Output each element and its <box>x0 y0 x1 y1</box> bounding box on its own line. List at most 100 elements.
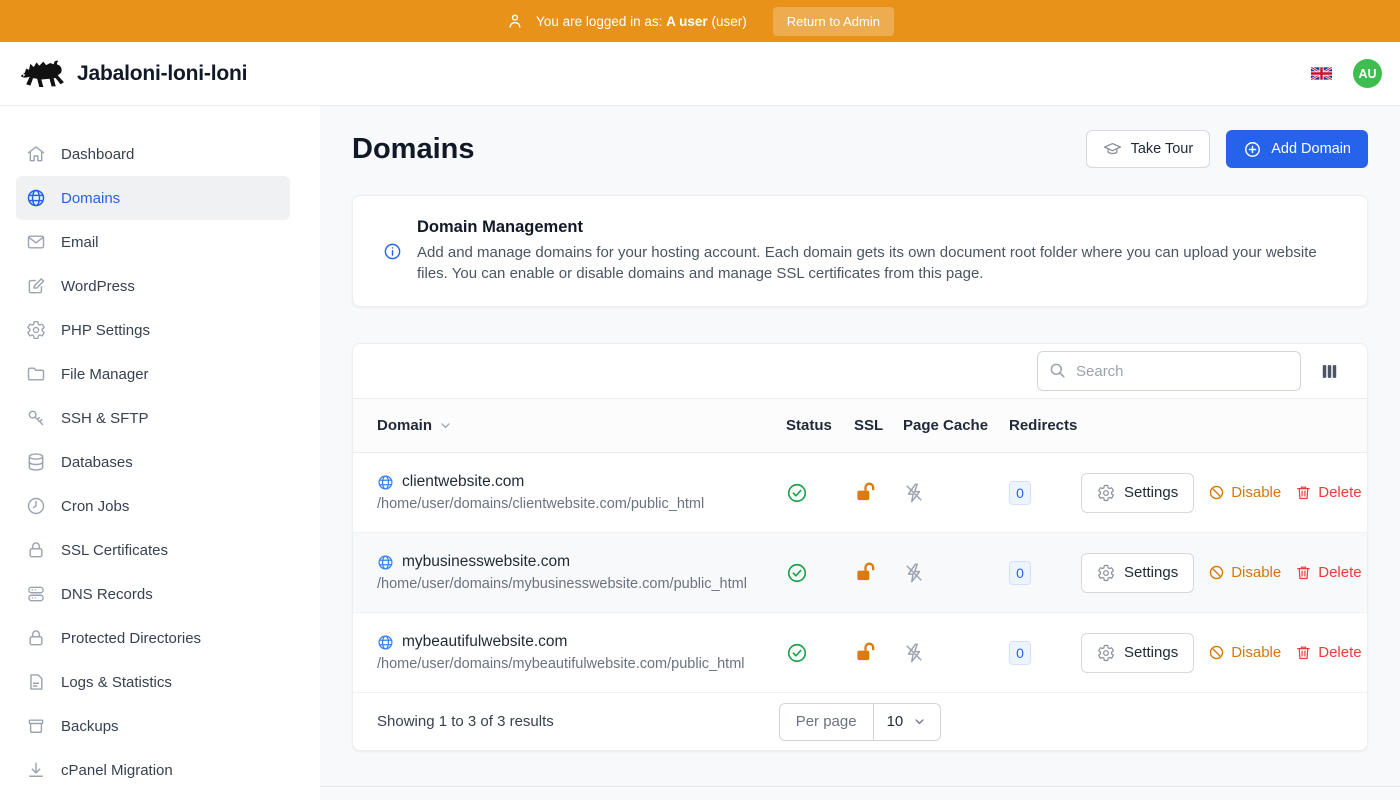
app-header: Jabaloni-loni-loni AU <box>0 42 1400 106</box>
add-domain-label: Add Domain <box>1271 141 1351 157</box>
sidebar-item-cpanel-migration[interactable]: cPanel Migration <box>16 748 290 792</box>
avatar[interactable]: AU <box>1353 59 1382 88</box>
graduation-cap-icon <box>1103 140 1122 159</box>
page-title: Domains <box>352 133 474 166</box>
column-toggle-button[interactable] <box>1318 360 1341 383</box>
domain-name: mybeautifulwebsite.com <box>402 633 567 651</box>
lightning-off-icon <box>903 642 925 664</box>
domain-management-info-card: Domain Management Add and manage domains… <box>352 195 1368 307</box>
check-circle-icon <box>786 482 808 504</box>
domain-name: mybusinesswebsite.com <box>402 553 570 571</box>
sidebar-item-label: Email <box>61 234 99 251</box>
sidebar-item-dashboard[interactable]: Dashboard <box>16 132 290 176</box>
archive-box-icon <box>26 716 46 736</box>
mail-icon <box>26 232 46 252</box>
gear-icon <box>1097 564 1115 582</box>
sidebar-item-cron-jobs[interactable]: Cron Jobs <box>16 484 290 528</box>
key-icon <box>26 408 46 428</box>
sidebar-item-label: Domains <box>61 190 120 207</box>
footer-divider <box>320 786 1400 787</box>
search-input[interactable] <box>1037 351 1301 391</box>
table-footer: Showing 1 to 3 of 3 results Per page 10 <box>353 693 1367 750</box>
sidebar-item-label: Protected Directories <box>61 630 201 647</box>
take-tour-label: Take Tour <box>1131 141 1194 157</box>
document-icon <box>26 672 46 692</box>
table-row: mybeautifulwebsite.com /home/user/domain… <box>353 613 1367 693</box>
sidebar-item-label: Backups <box>61 718 119 735</box>
trash-icon <box>1295 484 1312 501</box>
edit-pencil-icon <box>26 276 46 296</box>
download-icon <box>26 760 46 780</box>
globe-icon <box>377 554 394 571</box>
settings-button[interactable]: Settings <box>1081 633 1194 673</box>
column-header-domain[interactable]: Domain <box>377 417 786 434</box>
sidebar-item-backups[interactable]: Backups <box>16 704 290 748</box>
unlocked-padlock-icon[interactable] <box>854 481 877 504</box>
trash-icon <box>1295 564 1312 581</box>
sidebar-item-label: Dashboard <box>61 146 134 163</box>
redirects-count-badge[interactable]: 0 <box>1009 641 1031 665</box>
return-to-admin-button[interactable]: Return to Admin <box>773 7 894 36</box>
sidebar-item-label: SSL Certificates <box>61 542 168 559</box>
table-toolbar <box>353 344 1367 398</box>
settings-button[interactable]: Settings <box>1081 473 1194 513</box>
sidebar-item-ssl-certificates[interactable]: SSL Certificates <box>16 528 290 572</box>
impersonation-message: You are logged in as: A user (user) <box>536 14 747 29</box>
trash-icon <box>1295 644 1312 661</box>
sidebar-item-dns-records[interactable]: DNS Records <box>16 572 290 616</box>
sidebar-item-label: WordPress <box>61 278 135 295</box>
brand-name: Jabaloni-loni-loni <box>77 62 247 86</box>
sidebar-item-file-manager[interactable]: File Manager <box>16 352 290 396</box>
lightning-off-icon <box>903 562 925 584</box>
sidebar-item-protected-directories[interactable]: Protected Directories <box>16 616 290 660</box>
redirects-count-badge[interactable]: 0 <box>1009 561 1031 585</box>
sidebar-item-domains[interactable]: Domains <box>16 176 290 220</box>
per-page-select[interactable]: Per page 10 <box>779 703 942 741</box>
info-card-description: Add and manage domains for your hosting … <box>417 243 1337 284</box>
sidebar-item-label: Cron Jobs <box>61 498 129 515</box>
sidebar-item-wordpress[interactable]: WordPress <box>16 264 290 308</box>
sidebar-item-label: Databases <box>61 454 133 471</box>
redirects-count-badge[interactable]: 0 <box>1009 481 1031 505</box>
info-circle-icon <box>383 242 402 261</box>
delete-button[interactable]: Delete <box>1295 484 1361 501</box>
logged-in-user-role: (user) <box>711 14 746 29</box>
column-header-status: Status <box>786 417 854 434</box>
column-header-redirects: Redirects <box>1009 417 1081 434</box>
sidebar-item-php-settings[interactable]: PHP Settings <box>16 308 290 352</box>
delete-button[interactable]: Delete <box>1295 564 1361 581</box>
settings-button[interactable]: Settings <box>1081 553 1194 593</box>
table-row: mybusinesswebsite.com /home/user/domains… <box>353 533 1367 613</box>
sidebar-item-label: File Manager <box>61 366 149 383</box>
sidebar-item-logs-statistics[interactable]: Logs & Statistics <box>16 660 290 704</box>
sidebar-item-label: PHP Settings <box>61 322 150 339</box>
per-page-value: 10 <box>887 713 904 730</box>
globe-icon <box>26 188 46 208</box>
unlocked-padlock-icon[interactable] <box>854 641 877 664</box>
check-circle-icon <box>786 642 808 664</box>
sidebar-item-databases[interactable]: Databases <box>16 440 290 484</box>
boar-logo-icon <box>18 56 66 92</box>
clock-icon <box>26 496 46 516</box>
gear-icon <box>1097 644 1115 662</box>
lock-icon <box>26 628 46 648</box>
delete-button[interactable]: Delete <box>1295 644 1361 661</box>
search-icon <box>1048 361 1067 380</box>
slash-circle-icon <box>1208 644 1225 661</box>
column-header-page-cache: Page Cache <box>903 417 1009 434</box>
add-domain-button[interactable]: Add Domain <box>1226 130 1368 168</box>
unlocked-padlock-icon[interactable] <box>854 561 877 584</box>
sidebar-item-ssh-sftp[interactable]: SSH & SFTP <box>16 396 290 440</box>
sidebar-item-label: cPanel Migration <box>61 762 173 779</box>
main-content: Domains Take Tour Add Domain Domain Mana… <box>320 106 1400 800</box>
server-icon <box>26 584 46 604</box>
column-header-ssl: SSL <box>854 417 903 434</box>
take-tour-button[interactable]: Take Tour <box>1086 130 1211 168</box>
disable-button[interactable]: Disable <box>1208 564 1281 581</box>
uk-flag-icon[interactable] <box>1311 66 1332 81</box>
disable-button[interactable]: Disable <box>1208 484 1281 501</box>
disable-button[interactable]: Disable <box>1208 644 1281 661</box>
brand-home-link[interactable]: Jabaloni-loni-loni <box>18 56 247 92</box>
sidebar-item-email[interactable]: Email <box>16 220 290 264</box>
slash-circle-icon <box>1208 564 1225 581</box>
